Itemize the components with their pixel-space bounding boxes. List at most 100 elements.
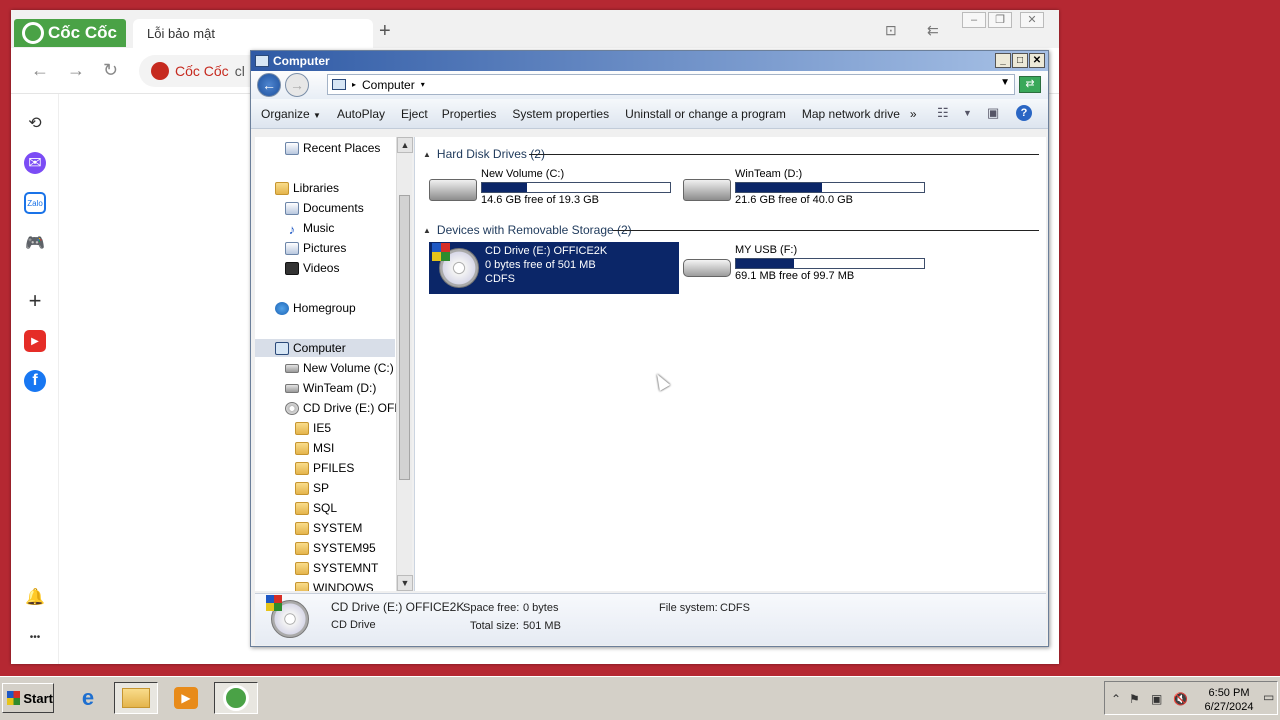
taskbar-explorer[interactable] (114, 682, 158, 714)
group-header-removable[interactable]: ▲ Devices with Removable Storage (2) (423, 223, 632, 237)
command-bar: Organize ▼ AutoPlay Eject Properties Sys… (251, 99, 1048, 129)
nav-folder[interactable]: SYSTEM95 (295, 539, 376, 557)
more-commands-button[interactable]: » (910, 107, 917, 121)
clock[interactable]: 6:50 PM 6/27/2024 (1197, 686, 1261, 714)
add-icon[interactable]: + (24, 288, 46, 313)
games-icon[interactable]: 🎮 (24, 232, 46, 254)
nav-folder[interactable]: SP (295, 479, 329, 497)
eject-button[interactable]: Eject (401, 107, 428, 121)
explorer-maximize-button[interactable]: □ (1012, 53, 1028, 68)
scroll-thumb[interactable] (399, 195, 410, 480)
drive-tile-f[interactable]: MY USB (F:) 69.1 MB free of 99.7 MB (679, 241, 929, 293)
nav-folder[interactable]: SYSTEMNT (295, 559, 378, 577)
music-icon: ♪ (288, 221, 296, 237)
coccoc-icon (223, 685, 249, 711)
libraries-icon (275, 181, 289, 195)
nav-pictures[interactable]: Pictures (285, 239, 346, 257)
show-desktop-icon[interactable]: ▭ (1263, 690, 1274, 704)
network-icon[interactable]: ▣ (1151, 692, 1162, 706)
explorer-minimize-button[interactable]: _ (995, 53, 1011, 68)
folder-icon (295, 421, 309, 435)
nav-documents[interactable]: Documents (285, 199, 364, 217)
breadcrumb-arrow-icon[interactable]: ▸ (352, 80, 356, 89)
breadcrumb-dropdown-icon[interactable]: ▾ (421, 80, 425, 89)
nav-libraries[interactable]: Libraries (275, 179, 339, 197)
restore-button[interactable]: ❐ (988, 12, 1012, 28)
tab-security-error[interactable]: Lỗi bảo mật (133, 19, 373, 48)
facebook-icon[interactable]: f (24, 370, 46, 392)
content-area: ▲ Hard Disk Drives (2) New Volume (C:) 14… (414, 137, 1046, 591)
help-icon[interactable]: ? (1016, 105, 1032, 121)
nav-homegroup[interactable]: Homegroup (275, 299, 356, 317)
more-icon[interactable]: ••• (24, 626, 46, 648)
back-arrow-icon[interactable]: ← (257, 73, 281, 97)
nav-scrollbar[interactable]: ▲ ▼ (396, 137, 413, 591)
new-tab-button[interactable]: + (379, 20, 391, 43)
reload-button[interactable]: ↻ (103, 60, 118, 81)
history-icon[interactable]: ⟲ (24, 112, 46, 134)
explorer-titlebar[interactable]: Computer _ □ ✕ (251, 51, 1048, 71)
address-bar[interactable]: ▸ Computer ▾ ▼ (327, 74, 1015, 95)
coccoc-omnibox-icon (151, 62, 169, 80)
usage-bar-d (735, 182, 925, 193)
forward-button[interactable]: → (67, 60, 85, 81)
bell-icon[interactable]: 🔔 (24, 586, 46, 608)
nav-folder[interactable]: MSI (295, 439, 334, 457)
taskbar-coccoc[interactable] (214, 682, 258, 714)
nav-recent-places[interactable]: Recent Places (285, 139, 380, 157)
nav-videos[interactable]: Videos (285, 259, 339, 277)
address-history-dropdown-icon[interactable]: ▼ (1000, 77, 1010, 88)
nav-folder[interactable]: WINDOWS (295, 579, 374, 591)
scroll-down-icon[interactable]: ▼ (397, 575, 413, 591)
organize-button[interactable]: Organize ▼ (261, 107, 321, 121)
share-icon[interactable]: ⇇ (927, 22, 939, 39)
show-hidden-icons[interactable]: ⌃ (1111, 692, 1121, 706)
nav-folder[interactable]: PFILES (295, 459, 354, 477)
autoplay-button[interactable]: AutoPlay (337, 107, 385, 121)
nav-folder[interactable]: SYSTEM (295, 519, 362, 537)
zalo-icon[interactable]: Zalo (24, 192, 46, 214)
action-center-flag-icon[interactable]: ⚑ (1129, 692, 1140, 706)
volume-muted-icon[interactable]: 🔇 (1173, 692, 1188, 706)
properties-button[interactable]: Properties (442, 107, 497, 121)
drive-tile-c[interactable]: New Volume (C:) 14.6 GB free of 19.3 GB (425, 165, 675, 217)
nav-new-volume-c[interactable]: New Volume (C:) (285, 359, 394, 377)
details-name: CD Drive (E:) OFFICE2K (331, 600, 465, 614)
change-view-icon[interactable]: ☷ (937, 105, 949, 121)
minimize-button[interactable]: – (962, 12, 986, 28)
coccoc-logo[interactable]: Cốc Cốc (14, 19, 126, 47)
youtube-icon[interactable]: ▶ (24, 330, 46, 352)
navigation-pane: Recent Places Libraries Documents ♪ Music… (255, 137, 412, 591)
nav-music[interactable]: ♪ Music (285, 219, 335, 237)
tab-search-icon[interactable]: ⊡ (885, 22, 897, 39)
nav-computer[interactable]: Computer (255, 339, 395, 357)
nav-winteam-d[interactable]: WinTeam (D:) (285, 379, 376, 397)
system-properties-button[interactable]: System properties (512, 107, 609, 121)
drive-tile-d[interactable]: WinTeam (D:) 21.6 GB free of 40.0 GB (679, 165, 929, 217)
nav-folder[interactable]: SQL (295, 499, 337, 517)
hard-drive-icon (285, 383, 299, 393)
nav-folder[interactable]: IE5 (295, 419, 331, 437)
taskbar-media-player[interactable]: ▶ (164, 682, 208, 714)
forward-arrow-icon[interactable]: → (285, 73, 309, 97)
group-header-hdd[interactable]: ▲ Hard Disk Drives (2) (423, 147, 545, 161)
drive-tile-e[interactable]: CD Drive (E:) OFFICE2K 0 bytes free of 5… (429, 242, 679, 294)
collapse-icon[interactable]: ▲ (423, 150, 431, 159)
map-network-drive-button[interactable]: Map network drive (802, 107, 900, 121)
refresh-icon[interactable]: ⇄ (1019, 76, 1041, 93)
taskbar-ie[interactable]: e (66, 682, 110, 714)
details-fs: CDFS (720, 602, 750, 614)
start-button[interactable]: Start (2, 683, 54, 713)
folder-icon (295, 441, 309, 455)
nav-cd-drive-e[interactable]: CD Drive (E:) OFFICE2K (285, 399, 412, 417)
collapse-icon[interactable]: ▲ (423, 226, 431, 235)
preview-pane-icon[interactable]: ▣ (987, 105, 999, 121)
close-button[interactable]: ✕ (1020, 12, 1044, 28)
view-dropdown-icon[interactable]: ▼ (963, 108, 972, 118)
back-button[interactable]: ← (31, 60, 49, 81)
explorer-close-button[interactable]: ✕ (1029, 53, 1045, 68)
scroll-up-icon[interactable]: ▲ (397, 137, 413, 153)
homegroup-icon (275, 301, 289, 315)
uninstall-program-button[interactable]: Uninstall or change a program (625, 107, 786, 121)
messenger-icon[interactable]: ✉ (24, 152, 46, 174)
